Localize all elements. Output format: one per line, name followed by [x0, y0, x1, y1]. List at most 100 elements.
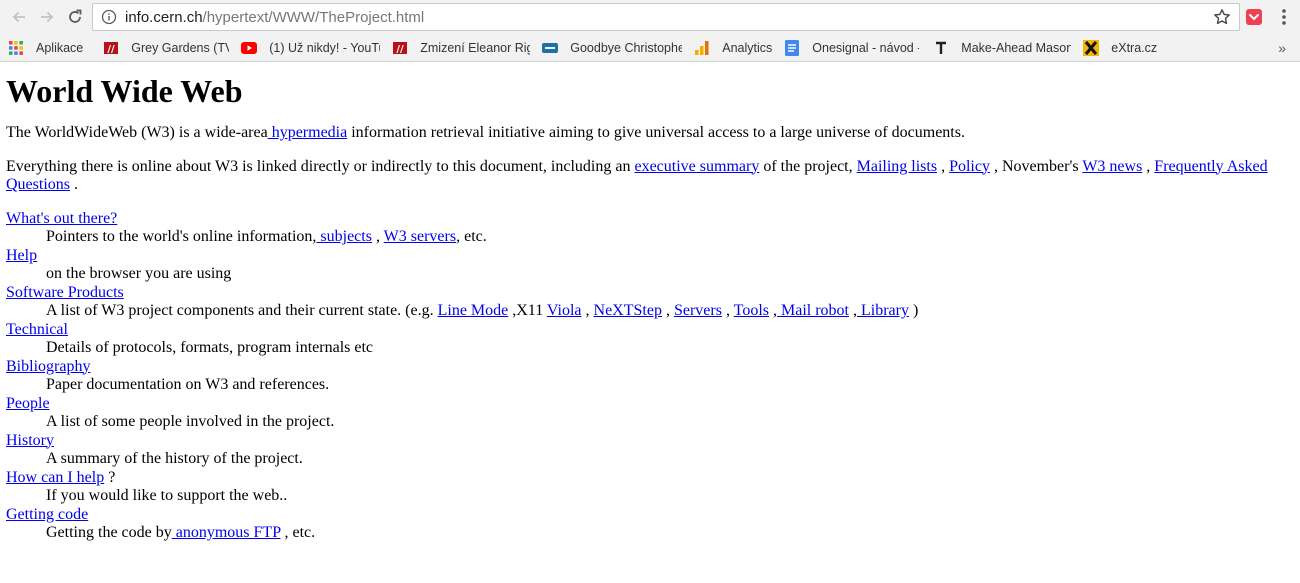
description-text: A list of W3 project components and thei… — [46, 302, 438, 319]
viola-link[interactable]: Viola — [547, 302, 582, 319]
bookmark-make-ahead[interactable]: Make-Ahead Mason — [933, 40, 1071, 56]
bookmark-grey-gardens[interactable]: // Grey Gardens (TV fil — [103, 40, 229, 56]
pocket-extension-button[interactable] — [1244, 7, 1264, 27]
servers-link[interactable]: Servers — [674, 302, 722, 319]
svg-text://: // — [397, 44, 405, 55]
description-text: , etc. — [456, 228, 487, 245]
description-text: , — [661, 302, 674, 319]
paragraph-text: of the project, — [759, 157, 857, 175]
everything-paragraph: Everything there is online about W3 is l… — [6, 158, 1294, 195]
page-content: World Wide Web The WorldWideWeb (W3) is … — [0, 72, 1300, 543]
section-term: Bibliography — [6, 358, 1294, 377]
address-bar[interactable]: info.cern.ch/hypertext/WWW/TheProject.ht… — [92, 3, 1240, 31]
intro-paragraph: The WorldWideWeb (W3) is a wide-area hyp… — [6, 124, 1294, 143]
bibliography-link[interactable]: Bibliography — [6, 358, 90, 375]
description-text: Getting the code by — [46, 524, 172, 541]
section-description: If you would like to support the web.. — [46, 487, 288, 504]
section-term: How can I help ? — [6, 469, 1294, 488]
history-link[interactable]: History — [6, 432, 54, 449]
anonymous-ftp-link[interactable]: anonymous FTP — [172, 524, 281, 541]
description-text: ,X11 — [508, 302, 547, 319]
forward-button[interactable] — [34, 4, 60, 30]
mail-robot-link[interactable]: Mail robot — [777, 302, 849, 319]
description-text: ) — [908, 302, 919, 319]
help-link[interactable]: Help — [6, 247, 37, 264]
film-icon — [542, 40, 559, 56]
bookmark-label: Zmizení Eleanor Rigl — [420, 40, 531, 55]
bookmarks-more-button[interactable]: » — [1278, 40, 1286, 56]
whats-out-there-link[interactable]: What's out there? — [6, 210, 117, 227]
intro-text: The WorldWideWeb (W3) is a wide-area — [6, 124, 268, 141]
bookmark-analytics[interactable]: Analytics — [694, 40, 772, 56]
url-path: /hypertext/WWW/TheProject.html — [202, 8, 425, 26]
library-link[interactable]: Library — [857, 302, 909, 319]
bookmark-apps[interactable]: Aplikace — [8, 40, 83, 56]
browser-toolbar: info.cern.ch/hypertext/WWW/TheProject.ht… — [0, 0, 1300, 34]
mailing-lists-link[interactable]: Mailing lists — [857, 158, 937, 175]
bookmark-label: Make-Ahead Mason — [961, 40, 1072, 55]
paragraph-text: , — [937, 157, 950, 175]
section-term: History — [6, 432, 1294, 451]
csfd-icon: // — [103, 40, 119, 56]
description-text: , — [848, 302, 857, 319]
hypermedia-link[interactable]: hypermedia — [268, 124, 348, 141]
section-description: A list of some people involved in the pr… — [46, 413, 335, 430]
section-description: Paper documentation on W3 and references… — [46, 376, 330, 393]
youtube-icon — [241, 40, 258, 56]
t-icon — [933, 40, 949, 56]
url-host: info.cern.ch — [125, 8, 203, 26]
description-text: , — [721, 302, 734, 319]
section-term: Software Products — [6, 284, 1294, 303]
nextstep-link[interactable]: NeXTStep — [594, 302, 662, 319]
section-term: What's out there? — [6, 210, 1294, 229]
bookmark-extra[interactable]: eXtra.cz — [1083, 39, 1158, 56]
info-icon[interactable] — [101, 9, 117, 25]
section-description: Pointers to the world's online informati… — [46, 228, 1294, 247]
section-description: Details of protocols, formats, program i… — [46, 339, 374, 356]
arrow-left-icon — [12, 11, 25, 23]
bookmark-label: eXtra.cz — [1111, 40, 1158, 55]
w3-news-link[interactable]: W3 news — [1082, 158, 1142, 175]
bookmark-label: Analytics — [722, 40, 773, 55]
section-term: Help — [6, 247, 1294, 266]
description-text: , etc. — [280, 524, 316, 541]
description-text: Pointers to the world's online informati… — [46, 228, 317, 245]
bookmark-onesignal[interactable]: Onesignal - návod - — [784, 39, 920, 56]
pocket-icon — [1246, 9, 1262, 25]
browser-menu-button[interactable] — [1276, 7, 1292, 27]
back-button[interactable] — [6, 4, 32, 30]
bookmark-star-icon[interactable] — [1213, 8, 1231, 26]
subjects-link[interactable]: subjects — [316, 228, 372, 245]
section-description: on the browser you are using — [46, 265, 232, 282]
tools-link[interactable]: Tools — [734, 302, 769, 319]
bookmark-label: Onesignal - návod - — [812, 40, 920, 55]
people-link[interactable]: People — [6, 395, 50, 412]
line-mode-link[interactable]: Line Mode — [438, 302, 509, 319]
paragraph-text: Everything there is online about W3 is l… — [6, 157, 635, 175]
how-can-i-help-link[interactable]: How can I help — [6, 469, 104, 486]
getting-code-link[interactable]: Getting code — [6, 506, 88, 523]
bookmarks-bar: Aplikace // Grey Gardens (TV fil (1) Už … — [0, 34, 1300, 62]
arrow-right-icon — [41, 11, 54, 23]
section-term: People — [6, 395, 1294, 414]
paragraph-text: , November's — [989, 157, 1083, 175]
paragraph-text: . — [70, 176, 78, 193]
intro-text: information retrieval initiative aiming … — [347, 124, 965, 141]
policy-link[interactable]: Policy — [949, 158, 990, 175]
paragraph-text: , — [1142, 157, 1155, 175]
reload-button[interactable] — [62, 4, 88, 30]
bookmark-label: (1) Už nikdy! - YouTu — [269, 40, 381, 55]
executive-summary-link[interactable]: executive summary — [634, 158, 759, 175]
description-text: , — [371, 228, 384, 245]
bookmark-zmizeni[interactable]: // Zmizení Eleanor Rigl — [392, 40, 530, 56]
bookmark-youtube[interactable]: (1) Už nikdy! - YouTu — [241, 40, 380, 56]
w3-servers-link[interactable]: W3 servers — [384, 228, 456, 245]
bookmark-goodbye[interactable]: Goodbye Christophe — [542, 40, 682, 56]
bookmark-label: Aplikace — [36, 40, 84, 55]
csfd-icon: // — [392, 40, 408, 56]
kebab-menu-icon — [1282, 9, 1286, 25]
extra-x-icon — [1083, 39, 1100, 56]
technical-link[interactable]: Technical — [6, 321, 68, 338]
software-products-link[interactable]: Software Products — [6, 284, 124, 301]
bookmark-label: Goodbye Christophe — [570, 40, 683, 55]
